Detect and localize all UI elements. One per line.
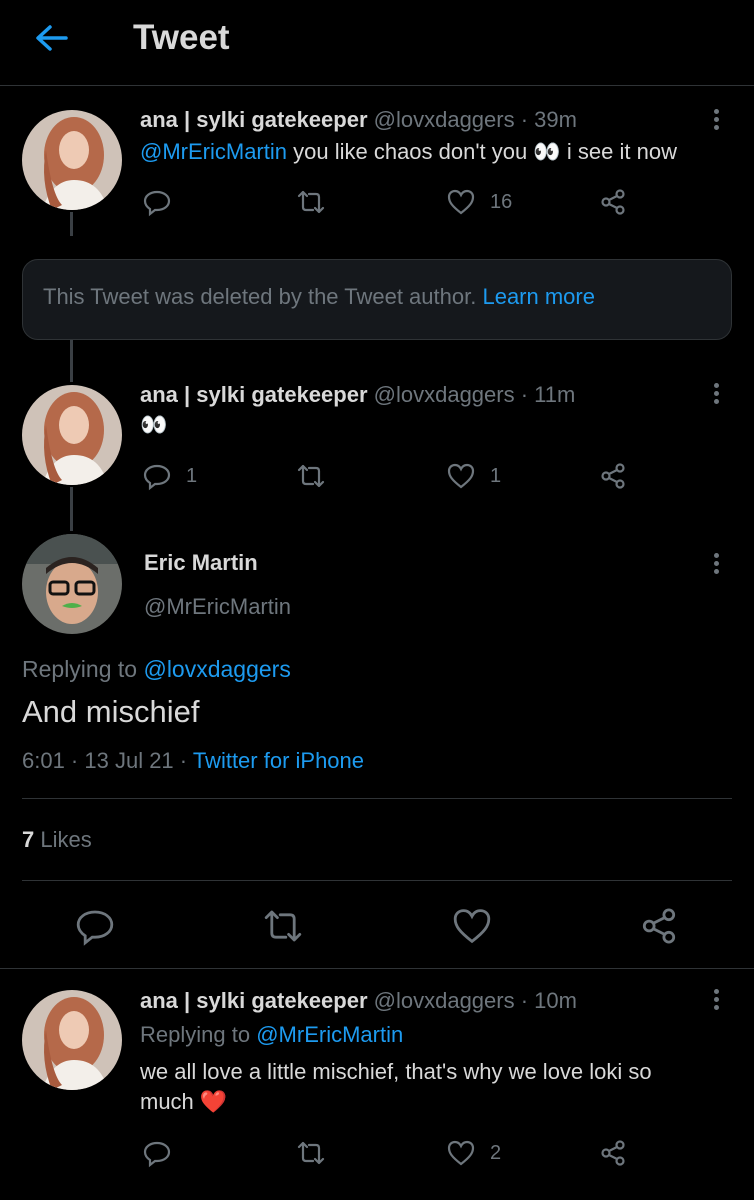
deleted-tweet-notice: This Tweet was deleted by the Tweet auth… — [22, 259, 732, 340]
avatar-ana[interactable] — [22, 110, 122, 210]
author-name[interactable]: Eric Martin — [144, 550, 258, 576]
author-name[interactable]: ana | sylki gatekeeper — [140, 988, 368, 1013]
tweet-actions: 16 — [140, 182, 660, 222]
replying-to-link[interactable]: @lovxdaggers — [143, 656, 290, 682]
main-tweet-text: And mischief — [22, 694, 200, 729]
tweet-time: · 10m — [520, 988, 577, 1013]
more-options-icon[interactable] — [706, 986, 726, 1016]
deleted-text: This Tweet was deleted by the Tweet auth… — [43, 284, 477, 309]
heart-icon — [447, 1140, 475, 1166]
tweet-time: · 39m — [520, 107, 577, 132]
retweet-icon — [297, 464, 325, 488]
mention-link[interactable]: @MrEricMartin — [140, 139, 287, 164]
like-button[interactable]: 16 — [446, 182, 512, 222]
share-button[interactable] — [598, 182, 628, 222]
author-handle[interactable]: @lovxdaggers — [374, 107, 515, 132]
reply-count: 1 — [186, 464, 198, 487]
share-button[interactable] — [638, 905, 680, 947]
more-options-icon[interactable] — [706, 106, 726, 136]
replying-to: Replying to @lovxdaggers — [22, 656, 291, 682]
retweet-button[interactable] — [296, 456, 326, 496]
retweet-icon — [264, 910, 302, 942]
tweet-date: 6:01 · 13 Jul 21 · — [22, 748, 188, 773]
app-header: Tweet — [0, 0, 754, 86]
tweet-actions: 1 1 — [140, 456, 660, 496]
author-name[interactable]: ana | sylki gatekeeper — [140, 107, 368, 132]
tweet-header: ana | sylki gatekeeper @lovxdaggers · 39… — [140, 107, 577, 133]
author-handle[interactable]: @lovxdaggers — [374, 988, 515, 1013]
retweet-button[interactable] — [262, 905, 304, 947]
share-icon — [601, 463, 625, 489]
tweet-text: we all love a little mischief, that's wh… — [140, 1059, 652, 1114]
retweet-button[interactable] — [296, 182, 326, 222]
reply-button[interactable]: 1 — [142, 456, 197, 496]
like-count: 16 — [490, 190, 513, 213]
replying-to: Replying to @MrEricMartin — [140, 1022, 404, 1047]
reply-icon — [143, 464, 171, 491]
tweet-actions: 2 — [140, 1133, 660, 1173]
share-icon — [601, 189, 625, 215]
reply-icon — [76, 910, 114, 946]
share-icon — [601, 1140, 625, 1166]
tweet-text: 👀 — [140, 412, 168, 437]
thread-line — [70, 487, 73, 531]
retweet-icon — [297, 1141, 325, 1165]
like-button[interactable]: 1 — [446, 456, 501, 496]
tweet-text: @MrEricMartin you like chaos don't you 👀… — [140, 139, 677, 164]
like-button[interactable]: 2 — [446, 1133, 501, 1173]
tweet-header: ana | sylki gatekeeper @lovxdaggers · 11… — [140, 382, 575, 408]
more-options-icon[interactable] — [706, 380, 726, 410]
avatar-ana[interactable] — [22, 385, 122, 485]
heart-icon — [447, 463, 475, 489]
likes-label: Likes — [40, 827, 92, 852]
tweet-meta: 6:01 · 13 Jul 21 · Twitter for iPhone — [22, 748, 364, 774]
page-title: Tweet — [133, 18, 230, 57]
share-button[interactable] — [598, 456, 628, 496]
divider — [22, 798, 732, 799]
heart-icon — [453, 909, 491, 944]
like-count: 1 — [490, 464, 502, 487]
likes-count: 7 — [22, 827, 35, 852]
share-button[interactable] — [598, 1133, 628, 1173]
retweet-icon — [297, 190, 325, 214]
divider — [0, 968, 754, 969]
eyes-emoji: 👀 — [533, 139, 561, 164]
avatar-eric[interactable] — [22, 534, 122, 634]
back-arrow-icon[interactable] — [30, 18, 74, 58]
learn-more-link[interactable]: Learn more — [482, 284, 595, 309]
author-name[interactable]: ana | sylki gatekeeper — [140, 382, 368, 407]
divider — [22, 880, 732, 881]
thread-line — [70, 212, 73, 236]
reply-button[interactable] — [74, 905, 116, 947]
reply-icon — [143, 190, 171, 217]
author-handle[interactable]: @MrEricMartin — [144, 594, 291, 620]
more-options-icon[interactable] — [706, 550, 726, 580]
share-icon — [642, 908, 676, 944]
retweet-button[interactable] — [296, 1133, 326, 1173]
reply-icon — [143, 1141, 171, 1168]
heart-icon — [447, 189, 475, 215]
tweet-header: ana | sylki gatekeeper @lovxdaggers · 10… — [140, 988, 577, 1014]
red-heart-emoji: ❤️ — [199, 1089, 228, 1114]
likes-summary[interactable]: 7 Likes — [22, 827, 92, 853]
tweet-source-link[interactable]: Twitter for iPhone — [193, 748, 364, 773]
avatar-ana[interactable] — [22, 990, 122, 1090]
replying-to-link[interactable]: @MrEricMartin — [256, 1022, 403, 1047]
reply-button[interactable] — [142, 182, 172, 222]
like-button[interactable] — [451, 905, 493, 947]
like-count: 2 — [490, 1141, 502, 1164]
author-handle[interactable]: @lovxdaggers — [374, 382, 515, 407]
reply-button[interactable] — [142, 1133, 172, 1173]
thread-line — [70, 340, 73, 382]
tweet-time: · 11m — [520, 382, 576, 407]
